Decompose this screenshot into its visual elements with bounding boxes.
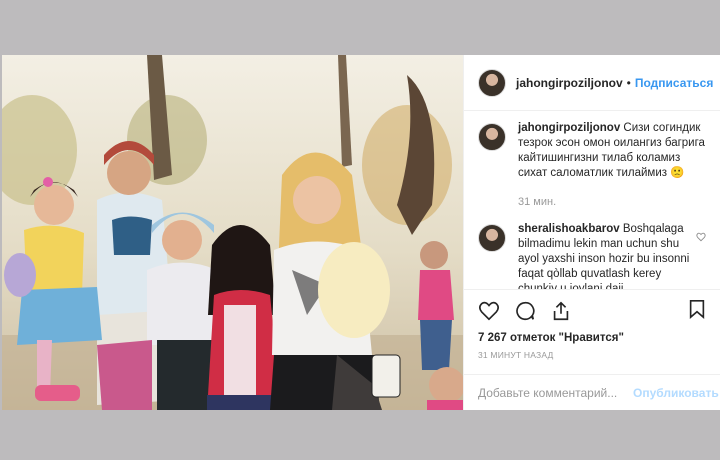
comment-input[interactable]	[478, 385, 633, 400]
comment-body: sheralishoakbarov Boshqalaga bilmadimu l…	[518, 222, 706, 289]
author-avatar[interactable]	[478, 68, 506, 97]
share-icon[interactable]	[550, 300, 572, 322]
publish-button[interactable]: Опубликовать	[633, 386, 719, 400]
action-icons	[478, 296, 706, 326]
comments-section[interactable]: jahongirpoziljonov Сизи согиндик тезрок …	[464, 111, 720, 289]
commenter-avatar[interactable]	[478, 224, 506, 252]
post-time: 31 МИНУТ НАЗАД	[478, 350, 554, 360]
bookmark-icon[interactable]	[688, 299, 706, 324]
separator-dot: •	[626, 75, 631, 90]
heart-icon[interactable]	[478, 300, 500, 322]
add-comment-bar: Опубликовать	[464, 374, 720, 410]
family-photo-illustration	[2, 55, 463, 410]
comment-row: sheralishoakbarov Boshqalaga bilmadimu l…	[478, 222, 706, 289]
instagram-post: jahongirpoziljonov • Подписаться jahongi…	[2, 55, 720, 410]
author-username[interactable]: jahongirpoziljonov	[516, 76, 623, 90]
comment-username[interactable]: sheralishoakbarov	[518, 223, 620, 235]
likes-count[interactable]: 7 267 отметок "Нравится"	[478, 332, 706, 344]
caption-avatar[interactable]	[478, 123, 506, 151]
follow-button[interactable]: Подписаться	[635, 76, 713, 90]
comment-icon[interactable]	[514, 300, 536, 322]
small-heart-icon[interactable]	[696, 232, 706, 244]
caption-body: jahongirpoziljonov Сизи согиндик тезрок …	[518, 121, 706, 210]
post-photo[interactable]	[2, 55, 463, 410]
post-header: jahongirpoziljonov • Подписаться	[464, 55, 720, 111]
caption-row: jahongirpoziljonov Сизи согиндик тезрок …	[478, 121, 706, 210]
post-sidebar: jahongirpoziljonov • Подписаться jahongi…	[463, 55, 720, 410]
caption-username[interactable]: jahongirpoziljonov	[518, 122, 620, 134]
caption-time: 31 мин.	[518, 196, 557, 208]
